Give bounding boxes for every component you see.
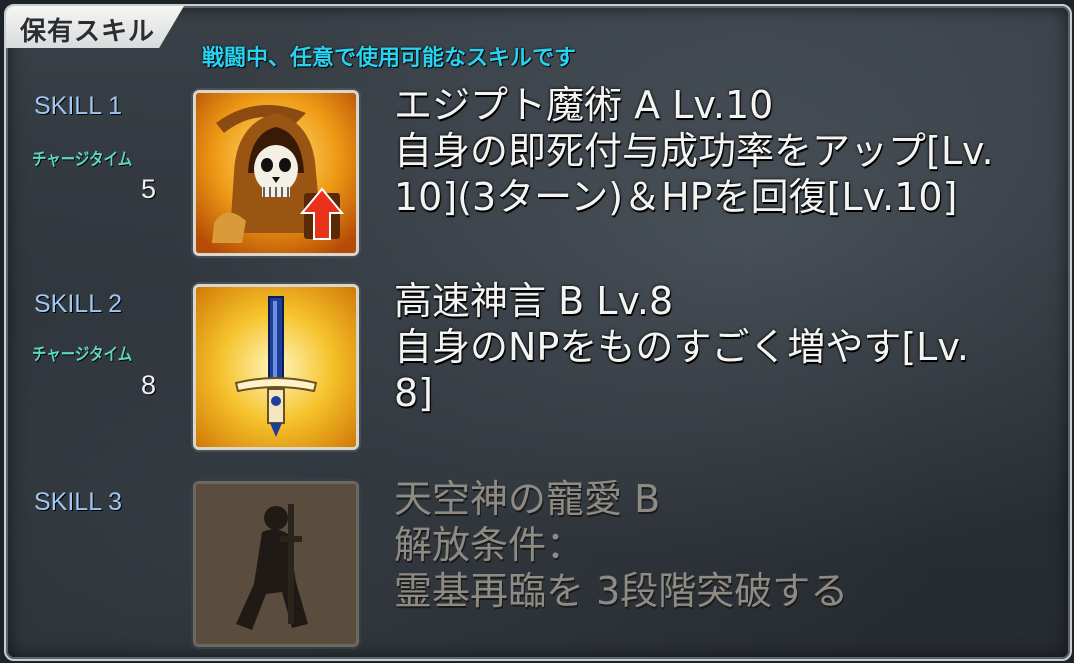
kneeling-knight-icon[interactable]: [193, 481, 359, 647]
charge-time-label: チャージタイム: [32, 150, 133, 170]
unlock-condition-text: 霊基再臨を 3段階突破する: [394, 569, 849, 613]
unlock-condition-label: 解放条件：: [394, 523, 585, 567]
skill-label: SKILL 2: [34, 290, 123, 318]
panel-subtitle: 戦闘中、任意で使用可能なスキルです: [202, 46, 577, 71]
panel-title: 保有スキル: [20, 17, 156, 47]
skill-label: SKILL 1: [34, 92, 123, 120]
skill-effect-line: 自身のNPをものすごく増やす[Lv.: [394, 325, 969, 369]
charge-time-value: 8: [140, 370, 156, 400]
charge-time-value: 5: [140, 174, 156, 204]
skill-name: 天空神の寵愛 B: [394, 477, 661, 521]
skill-name: 高速神言 B Lv.8: [394, 279, 674, 323]
charge-time-label: チャージタイム: [32, 345, 133, 365]
skill-effect-line: 8]: [394, 371, 434, 415]
skill-effect-line: 自身の即死付与成功率をアップ[Lv.: [394, 129, 994, 173]
skill-name: エジプト魔術 A Lv.10: [394, 83, 774, 127]
skill-description-locked: 天空神の寵愛 B 解放条件： 霊基再臨を 3段階突破する: [394, 476, 848, 614]
skills-panel: 保有スキル 戦闘中、任意で使用可能なスキルです SKILL 1 チャージタイム …: [4, 4, 1072, 661]
skill-description: 高速神言 B Lv.8 自身のNPをものすごく増やす[Lv. 8]: [394, 278, 969, 416]
reaper-skull-up-arrow-icon[interactable]: [193, 90, 359, 256]
skill-description: エジプト魔術 A Lv.10 自身の即死付与成功率をアップ[Lv. 10](3タ…: [394, 82, 994, 220]
skill-label: SKILL 3: [34, 488, 123, 516]
skill-effect-line: 10](3ターン)＆HPを回復[Lv.10]: [394, 175, 958, 219]
panel-tab: 保有スキル: [6, 6, 184, 48]
sword-icon[interactable]: [193, 284, 359, 450]
